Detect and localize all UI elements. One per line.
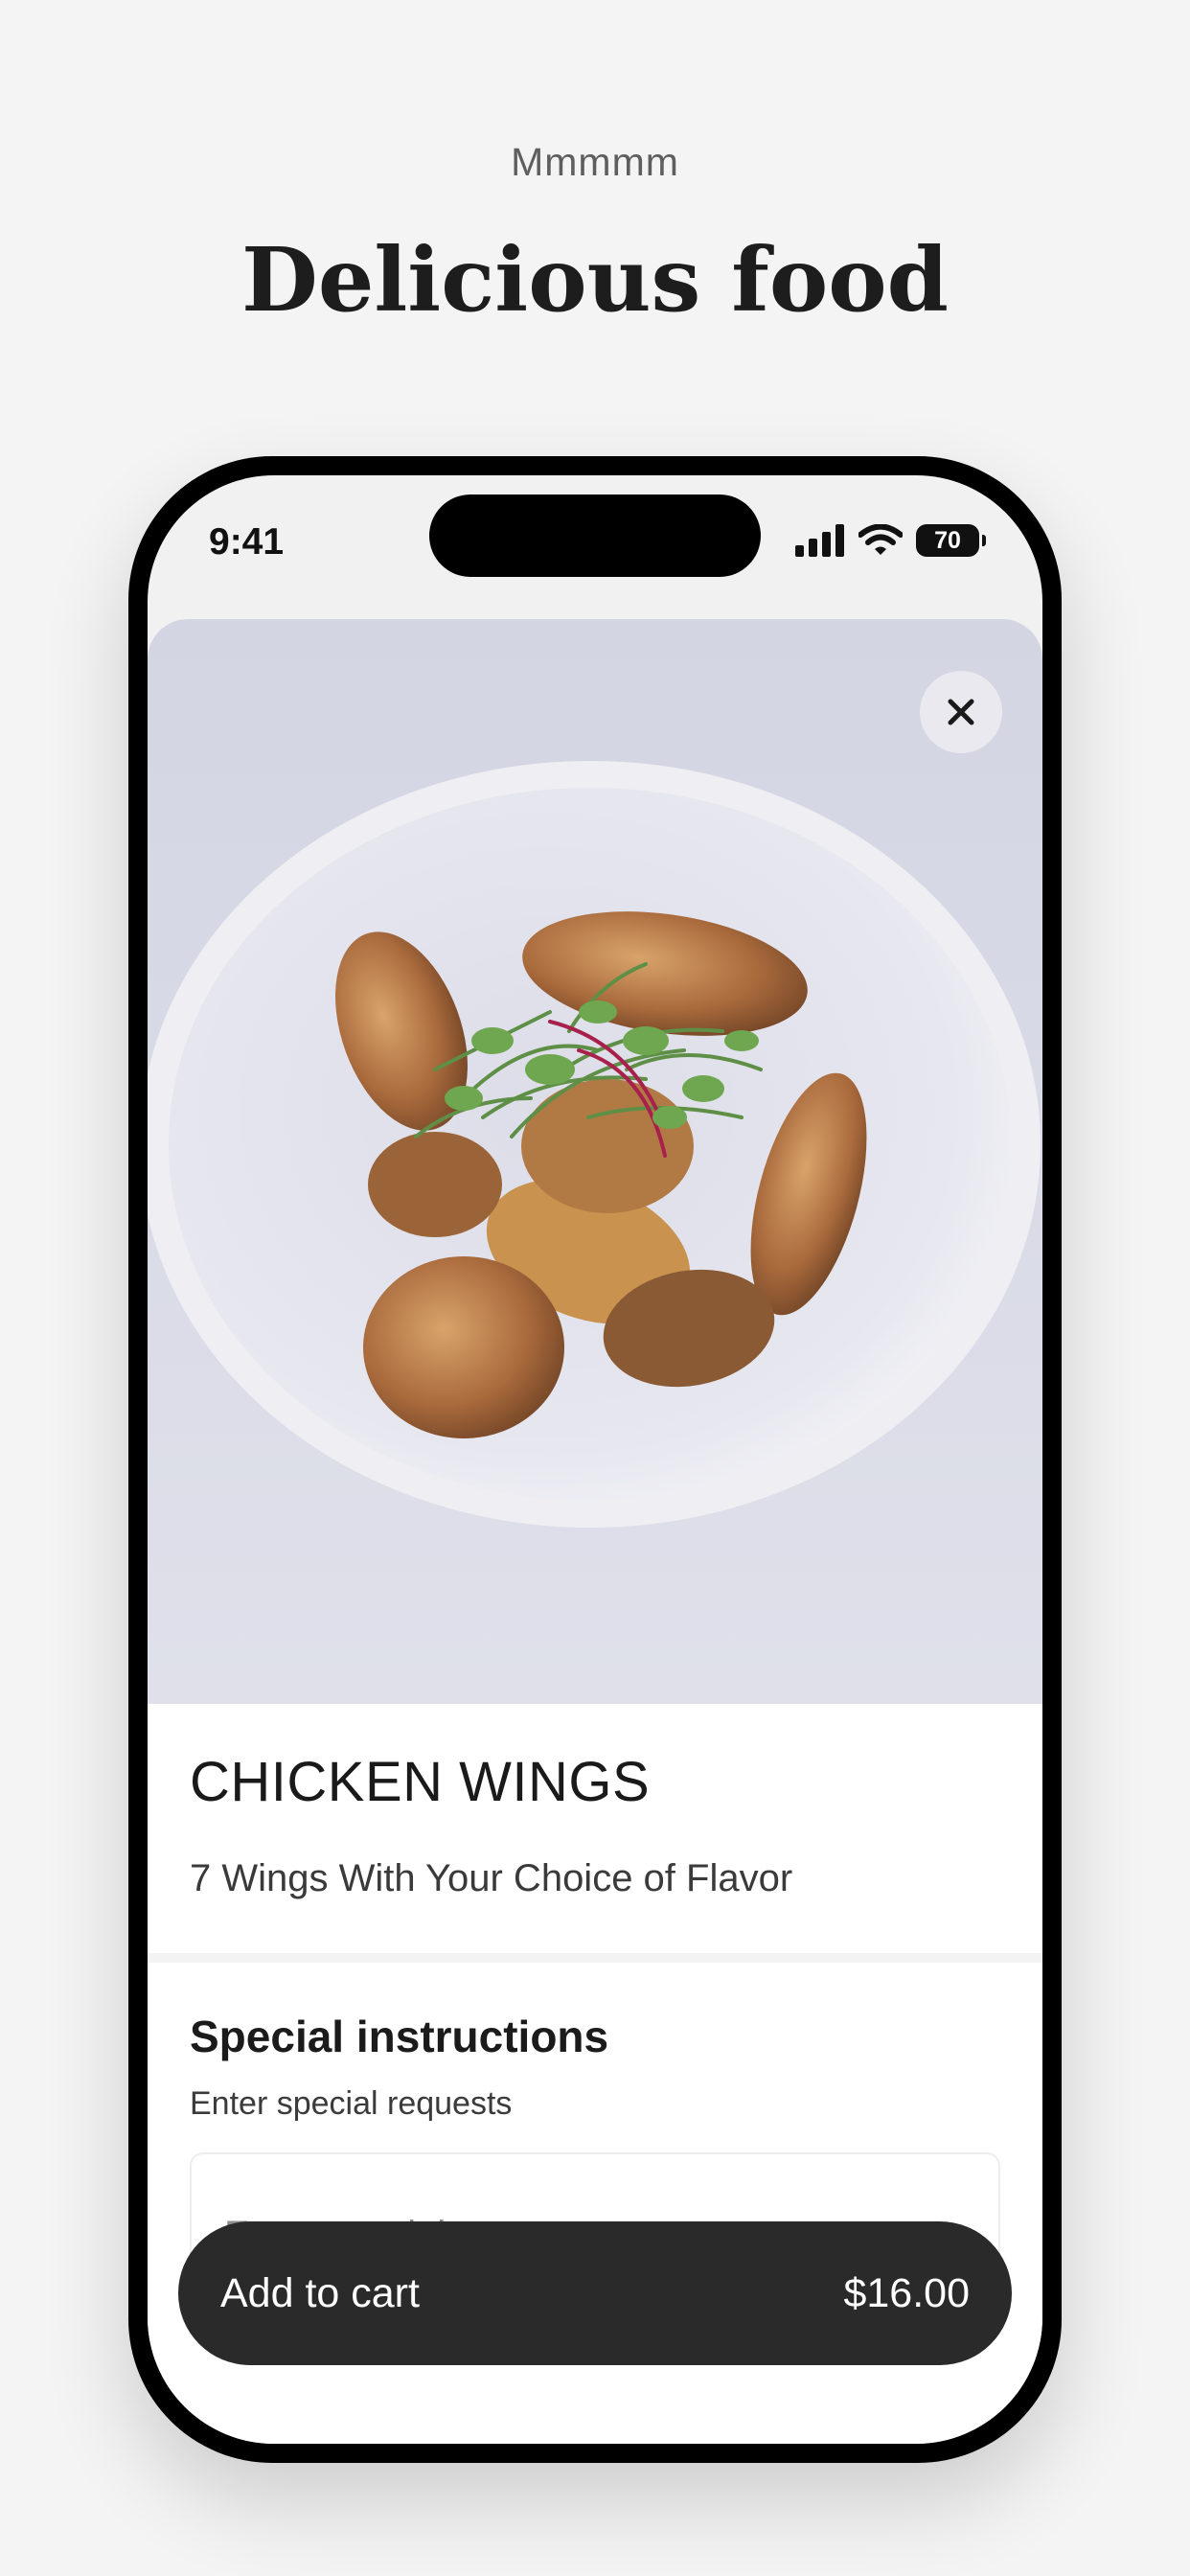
close-button[interactable] bbox=[920, 671, 1002, 753]
eyebrow-text: Mmmmm bbox=[511, 140, 679, 184]
battery-icon: 70 bbox=[916, 524, 986, 557]
status-time: 9:41 bbox=[209, 521, 285, 563]
page-headline: Delicious food bbox=[241, 228, 949, 332]
add-to-cart-label: Add to cart bbox=[220, 2269, 420, 2316]
close-icon bbox=[948, 699, 974, 725]
status-icons: 70 bbox=[795, 519, 986, 562]
cart-price: $16.00 bbox=[843, 2269, 970, 2316]
battery-level: 70 bbox=[934, 526, 961, 554]
wifi-icon bbox=[858, 524, 903, 555]
phone-frame: 9:41 70 CHICKEN WINGS 7 Wings With Your … bbox=[128, 456, 1062, 2463]
special-instructions-label: Enter special requests bbox=[190, 2085, 513, 2122]
food-photo bbox=[148, 619, 1042, 1704]
special-instructions-title: Special instructions bbox=[190, 2012, 609, 2061]
item-name: CHICKEN WINGS bbox=[190, 1751, 651, 1813]
item-detail-sheet: CHICKEN WINGS 7 Wings With Your Choice o… bbox=[148, 619, 1042, 2444]
item-description: 7 Wings With Your Choice of Flavor bbox=[190, 1857, 793, 1899]
dynamic-island bbox=[429, 494, 761, 577]
section-divider bbox=[148, 1953, 1042, 1963]
signal-icon bbox=[795, 524, 844, 557]
phone-screen: 9:41 70 CHICKEN WINGS 7 Wings With Your … bbox=[148, 475, 1042, 2444]
add-to-cart-button[interactable]: Add to cart $16.00 bbox=[178, 2221, 1012, 2365]
